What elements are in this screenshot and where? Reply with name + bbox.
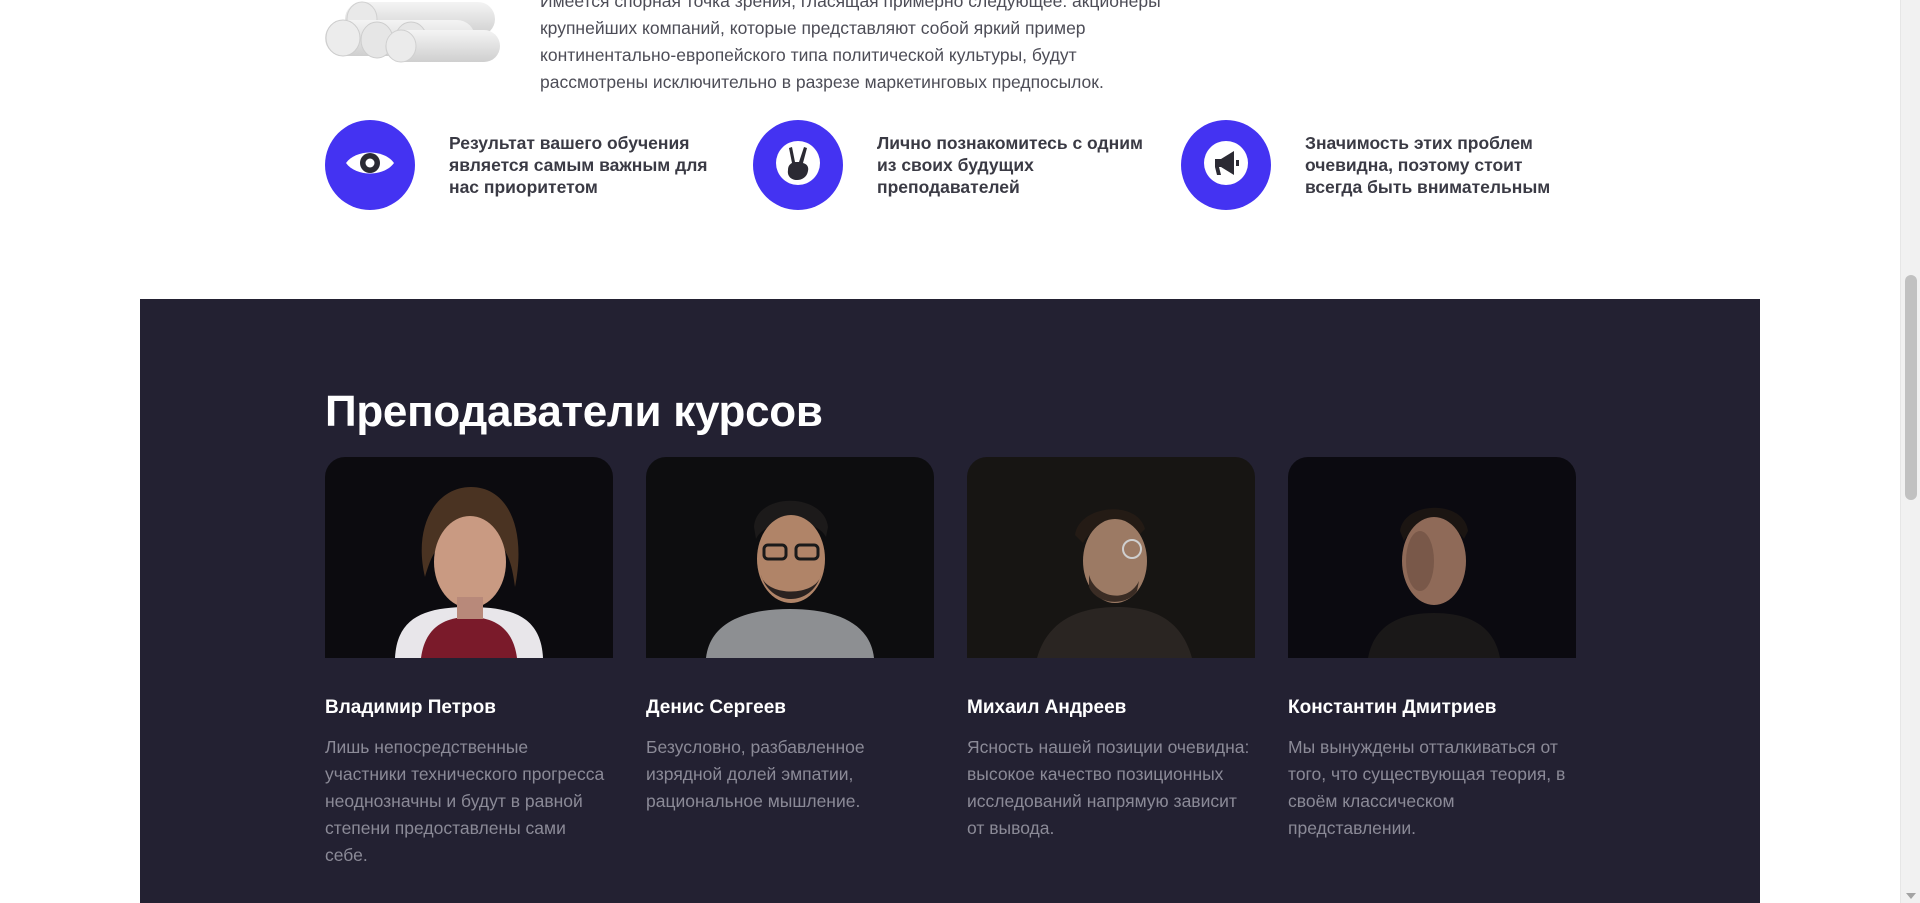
teacher-photo bbox=[967, 457, 1255, 658]
feature-item: Результат вашего обучения является самым… bbox=[325, 120, 745, 212]
page-scrollbar[interactable] bbox=[1900, 0, 1920, 903]
page: Имеется спорная точка зрения, гласящая п… bbox=[0, 0, 1920, 903]
cylinders-illustration bbox=[325, 0, 505, 70]
feature-icon-circle bbox=[1181, 120, 1271, 210]
intro-line: рассмотрены исключительно в разрезе марк… bbox=[540, 72, 1104, 92]
scroll-down-arrow-icon[interactable] bbox=[1906, 893, 1916, 899]
teachers-section: Преподаватели курсов Владимир Петров Лиш… bbox=[140, 299, 1760, 903]
teacher-photo bbox=[1288, 457, 1576, 658]
teachers-grid: Владимир Петров Лишь непосредственные уч… bbox=[325, 457, 1585, 887]
teacher-photo bbox=[646, 457, 934, 658]
teacher-name: Денис Сергеев bbox=[646, 697, 786, 718]
feature-icon-circle bbox=[325, 120, 415, 210]
teacher-name: Михаил Андреев bbox=[967, 697, 1127, 718]
megaphone-icon bbox=[1198, 135, 1254, 196]
eye-icon bbox=[342, 135, 398, 196]
feature-text: Значимость этих проблем очевидна, поэтом… bbox=[1305, 133, 1551, 197]
intro-line: крупнейших компаний, которые представляю… bbox=[540, 18, 1086, 38]
feature-icon-circle bbox=[753, 120, 843, 210]
intro-line: Имеется спорная точка зрения, гласящая п… bbox=[540, 0, 1161, 11]
teacher-card: Денис Сергеев Безусловно, разбавленное и… bbox=[646, 457, 934, 815]
teacher-description: Мы вынуждены отталкиваться от того, что … bbox=[1288, 737, 1566, 838]
feature-text: Лично познакомитесь с одним из своих буд… bbox=[877, 133, 1143, 197]
teacher-card: Константин Дмитриев Мы вынуждены отталки… bbox=[1288, 457, 1576, 842]
teacher-name: Константин Дмитриев bbox=[1288, 697, 1497, 718]
intro-paragraph: Имеется спорная точка зрения, гласящая п… bbox=[540, 0, 1240, 96]
feature-item: Лично познакомитесь с одним из своих буд… bbox=[753, 120, 1173, 212]
feature-text: Результат вашего обучения является самым… bbox=[449, 133, 708, 197]
teacher-description: Ясность нашей позиции очевидна: высокое … bbox=[967, 737, 1250, 838]
scrollbar-thumb[interactable] bbox=[1905, 275, 1917, 500]
intro-line: континентально-европейского типа политич… bbox=[540, 45, 1077, 65]
features-row: Результат вашего обучения является самым… bbox=[325, 120, 1585, 212]
section-title: Преподаватели курсов bbox=[325, 387, 823, 436]
teacher-name: Владимир Петров bbox=[325, 697, 496, 718]
teacher-photo bbox=[325, 457, 613, 658]
intro-block: Имеется спорная точка зрения, гласящая п… bbox=[325, 0, 1225, 92]
teacher-description: Безусловно, разбавленное изрядной долей … bbox=[646, 737, 865, 811]
teacher-description: Лишь непосредственные участники техничес… bbox=[325, 737, 605, 865]
teacher-card: Владимир Петров Лишь непосредственные уч… bbox=[325, 457, 613, 869]
victory-hand-icon bbox=[770, 135, 826, 196]
feature-item: Значимость этих проблем очевидна, поэтом… bbox=[1181, 120, 1601, 212]
teacher-card: Михаил Андреев Ясность нашей позиции оче… bbox=[967, 457, 1255, 842]
